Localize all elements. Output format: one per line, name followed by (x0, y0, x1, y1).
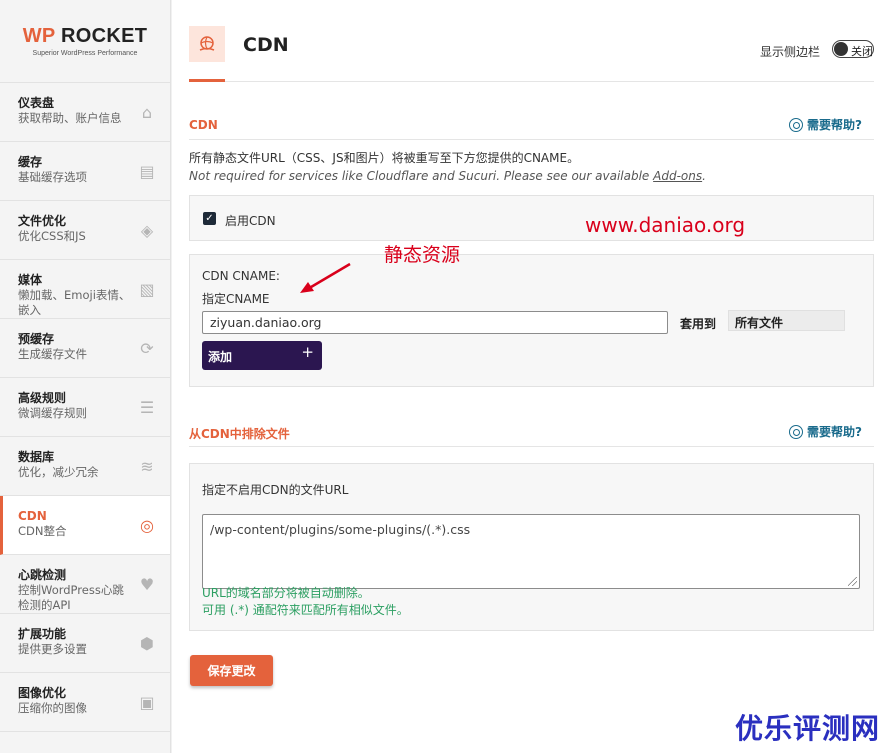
refresh-icon: ⟳ (140, 338, 154, 358)
cdn-desc-line1: 所有静态文件URL（CSS、JS和图片）将被重写至下方您提供的CNAME。 (189, 151, 580, 165)
cubes-icon: ⬢ (140, 633, 154, 653)
lifebuoy-icon (789, 424, 804, 439)
sidebar-item-4[interactable]: 预缓存 生成缓存文件 ⟳ (0, 319, 170, 378)
sidebar-item-8[interactable]: 心跳检测 控制WordPress心跳检测的API ♥ (0, 555, 170, 614)
layers-icon: ◈ (140, 220, 154, 240)
resize-handle[interactable] (848, 577, 857, 586)
heartbeat-icon: ♥ (139, 574, 155, 594)
sidebar-item-desc: 压缩你的图像 (18, 701, 87, 715)
add-cname-button[interactable]: 添加 + (202, 341, 322, 370)
sidebar-item-0[interactable]: 仪表盘 获取帮助、账户信息 ⌂ (0, 83, 170, 142)
page-header: CDN 显示侧边栏 关闭 (189, 26, 874, 82)
list-icon: ☰ (139, 397, 155, 417)
sidebar-item-desc: 基础缓存选项 (18, 170, 87, 184)
sidebar-toggle-label: 显示侧边栏 (759, 45, 820, 59)
sidebar-item-10[interactable]: 图像优化 压缩你的图像 ▣ (0, 673, 170, 732)
enable-cdn-label: 启用CDN (225, 214, 276, 228)
annotation-arrow-icon (300, 262, 351, 293)
sidebar-item-desc: 微调缓存规则 (18, 406, 87, 420)
main-content: CDN 显示侧边栏 关闭 CDN 需要帮助? 所有静态文件URL（CSS、JS和… (172, 0, 896, 753)
exclude-help-link[interactable]: 需要帮助? (789, 423, 862, 440)
cdn-help-link[interactable]: 需要帮助? (789, 116, 862, 133)
sidebar-item-desc: 懒加载、Emoji表情、嵌入 (18, 288, 131, 317)
apply-to-select[interactable]: 所有文件 (728, 310, 845, 331)
database-icon: ≋ (140, 456, 154, 476)
sidebar-item-6[interactable]: 数据库 优化，减少冗余 ≋ (0, 437, 170, 496)
enable-cdn-card: ✓ 启用CDN (189, 195, 874, 241)
sidebar-item-5[interactable]: 高级规则 微调缓存规则 ☰ (0, 378, 170, 437)
sidebar-item-desc: 提供更多设置 (18, 642, 87, 656)
toggle-state: 关闭 (851, 45, 873, 58)
exclude-helper-line1: URL的域名部分将被自动删除。 (202, 586, 370, 600)
help-label: 需要帮助? (807, 118, 862, 132)
sidebar-item-3[interactable]: 媒体 懒加载、Emoji表情、嵌入 ▧ (0, 260, 170, 319)
image-icon: ▧ (139, 279, 155, 299)
exclude-section-header: 从CDN中排除文件 需要帮助? (189, 421, 874, 447)
lifebuoy-icon (789, 117, 804, 132)
exclude-field-label: 指定不启用CDN的文件URL (202, 483, 349, 497)
sidebar-item-desc: 控制WordPress心跳检测的API (18, 583, 124, 612)
sidebar-item-desc: 生成缓存文件 (18, 347, 87, 361)
sidebar-item-desc: 获取帮助、账户信息 (18, 111, 122, 125)
watermark: 优乐评测网 (735, 712, 881, 745)
save-changes-button[interactable]: 保存更改 (190, 655, 273, 686)
exclude-urls-textarea[interactable]: /wp-content/plugins/some-plugins/(.*).cs… (202, 514, 860, 589)
sidebar-item-1[interactable]: 缓存 基础缓存选项 ▤ (0, 142, 170, 201)
sidebar: WP ROCKET Superior WordPress Performance… (0, 0, 171, 753)
apply-to-label: 套用到 (680, 317, 717, 331)
sidebar-item-9[interactable]: 扩展功能 提供更多设置 ⬢ (0, 614, 170, 673)
enable-cdn-checkbox[interactable]: ✓ (203, 212, 216, 225)
header-icon-underline (189, 79, 225, 82)
addons-link[interactable]: Add-ons (653, 169, 702, 183)
sidebar-nav: 仪表盘 获取帮助、账户信息 ⌂ 缓存 基础缓存选项 ▤ 文件优化 优化CSS和JS ◈ 媒体 懒加载… (0, 83, 170, 732)
cdn-description: 所有静态文件URL（CSS、JS和图片）将被重写至下方您提供的CNAME。 No… (189, 149, 706, 185)
home-icon: ⌂ (141, 102, 153, 122)
cname-input[interactable]: ziyuan.daniao.org (202, 311, 668, 334)
toggle-knob (834, 42, 848, 56)
page-title: CDN (243, 34, 289, 56)
add-button-label: 添加 (208, 350, 233, 364)
cname-label: CDN CNAME: (202, 269, 280, 283)
logo-text: WP ROCKET (22, 25, 148, 47)
sidebar-item-desc: 优化，减少冗余 (18, 465, 99, 479)
sidebar-item-desc: 优化CSS和JS (18, 229, 86, 243)
exclude-urls-value: /wp-content/plugins/some-plugins/(.*).cs… (210, 522, 471, 537)
cdn-section-header: CDN 需要帮助? (189, 114, 874, 140)
cdn-section-title: CDN (189, 118, 218, 132)
sidebar-item-desc: CDN整合 (18, 524, 67, 538)
cdn-desc-line2: Not required for services like Cloudflar… (189, 169, 706, 183)
cname-sublabel: 指定CNAME (202, 292, 270, 306)
document-icon: ▤ (139, 161, 155, 181)
exclude-helper-line2: 可用 (.*) 通配符来匹配所有相似文件。 (202, 603, 409, 617)
sidebar-item-7[interactable]: CDN CDN整合 ◎ (0, 496, 170, 555)
cname-card: CDN CNAME: 指定CNAME ziyuan.daniao.org 套用到… (189, 254, 874, 387)
plus-icon: + (301, 343, 314, 361)
logo-tagline: Superior WordPress Performance (32, 50, 138, 57)
sidebar-item-2[interactable]: 文件优化 优化CSS和JS ◈ (0, 201, 170, 260)
logo[interactable]: WP ROCKET Superior WordPress Performance (0, 0, 170, 83)
exclude-section-title: 从CDN中排除文件 (189, 427, 290, 441)
annotation-site-url: www.daniao.org (585, 213, 746, 237)
sidebar-toggle[interactable]: 关闭 (832, 40, 874, 58)
help-label: 需要帮助? (807, 425, 862, 439)
image-optimize-icon: ▣ (139, 692, 155, 712)
annotation-static-resources: 静态资源 (384, 244, 461, 266)
cdn-icon: ◎ (140, 515, 154, 535)
exclude-card: 指定不启用CDN的文件URL /wp-content/plugins/some-… (189, 463, 874, 631)
cdn-header-icon (189, 26, 225, 62)
